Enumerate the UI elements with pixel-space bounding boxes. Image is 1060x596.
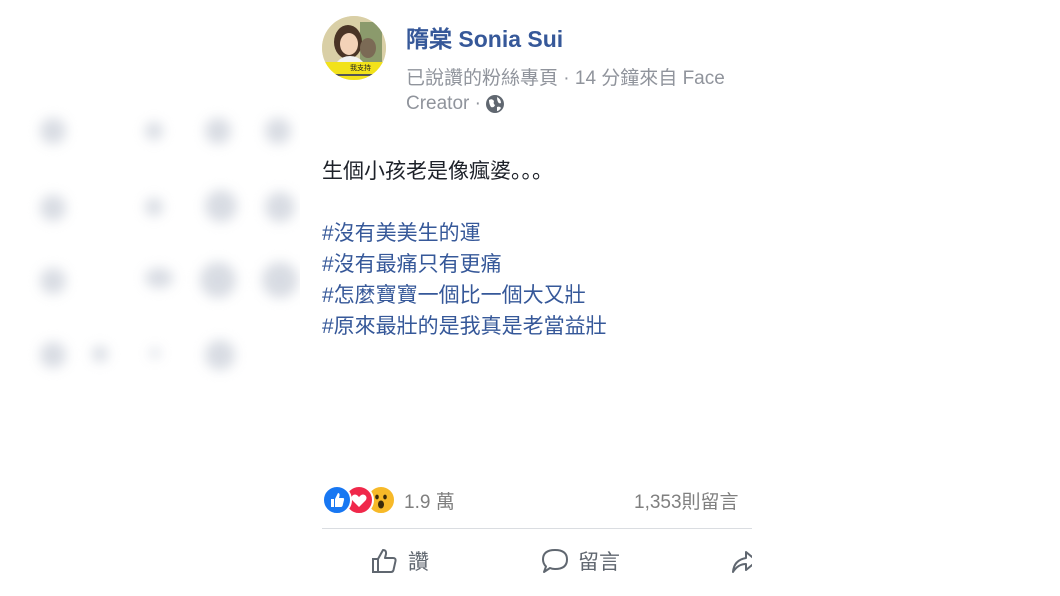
reactions-summary[interactable]: 1.9 萬 [322,485,455,515]
like-button[interactable]: 讚 [370,546,429,576]
hashtag-list: #沒有美美生的運 #沒有最痛只有更痛 #怎麼寶寶一個比一個大又壯 #原來最壯的是… [322,218,607,342]
facebook-post: 我支持 隋棠 Sonia Sui 已說讚的粉絲專頁 · 14 分鐘來自 Face… [300,0,752,596]
share-icon [732,551,752,573]
post-meta-line-2: Creator · [406,93,505,115]
comment-label: 留言 [578,551,620,574]
hashtag-link[interactable]: #怎麼寶寶一個比一個大又壯 [322,280,607,311]
blurred-feed-background [0,0,300,596]
thumbs-up-icon [372,549,397,573]
comment-button[interactable]: 留言 [540,546,620,576]
screenshot: 我支持 隋棠 Sonia Sui 已說讚的粉絲專頁 · 14 分鐘來自 Face… [0,0,1060,596]
hashtag-link[interactable]: #沒有美美生的運 [322,218,607,249]
avatar[interactable]: 我支持 [322,16,386,80]
avatar-banner-text: 我支持 [350,63,371,72]
hashtag-link[interactable]: #沒有最痛只有更痛 [322,249,607,280]
post-meta-creator[interactable]: Creator · [406,93,481,115]
author-name[interactable]: 隋棠 Sonia Sui [406,20,563,54]
post-text: 生個小孩老是像瘋婆。。。 [322,160,553,183]
reactions-count[interactable]: 1.9 萬 [404,487,455,514]
post-meta-line: 已說讚的粉絲專頁 · 14 分鐘來自 Face [406,68,725,89]
globe-icon[interactable] [485,94,505,114]
share-button[interactable] [730,546,752,576]
like-label: 讚 [408,551,429,574]
divider [322,528,752,529]
like-reaction-icon [322,485,352,515]
comments-count[interactable]: 1,353則留言 [634,487,739,514]
hashtag-link[interactable]: #原來最壯的是我真是老當益壯 [322,311,607,342]
comment-icon [542,549,568,573]
